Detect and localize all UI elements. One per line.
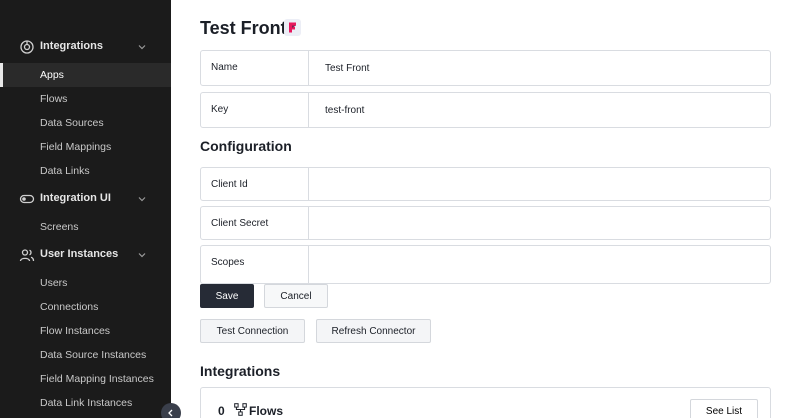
sidebar-item-label: Connections — [40, 301, 99, 313]
chevron-down-icon[interactable] — [135, 248, 149, 262]
main-content: Test Front Name Test Front Key test-fron… — [171, 0, 800, 418]
sidebar-group-label: Integration UI — [40, 192, 111, 204]
client-id-row: Client Id — [200, 167, 771, 201]
sidebar-item-flow-instances[interactable]: Flow Instances — [0, 319, 171, 343]
key-label: Key — [211, 104, 229, 115]
app-logo — [284, 19, 301, 36]
sidebar-item-data-source-instances[interactable]: Data Source Instances — [0, 343, 171, 367]
name-label: Name — [211, 62, 238, 73]
flows-card: 0 Flows See List — [200, 387, 771, 418]
sidebar-item-apps[interactable]: Apps — [0, 63, 171, 87]
flows-label: Flows — [249, 404, 284, 418]
sidebar-item-label: Flows — [40, 93, 68, 105]
sidebar-item-label: Flow Instances — [40, 325, 111, 337]
chevron-down-icon[interactable] — [135, 192, 149, 206]
sidebar-item-connections[interactable]: Connections — [0, 295, 171, 319]
sidebar-item-users[interactable]: Users — [0, 271, 171, 295]
client-id-label: Client Id — [211, 179, 248, 190]
sidebar-item-label: Field Mappings — [40, 141, 112, 153]
sidebar-item-data-links[interactable]: Data Links — [0, 159, 171, 183]
save-button[interactable]: Save — [200, 284, 254, 308]
name-value[interactable]: Test Front — [325, 63, 369, 74]
page-title: Test Front — [200, 18, 287, 38]
scopes-row: Scopes — [200, 245, 771, 284]
row-divider — [308, 207, 309, 239]
sidebar-group-label: User Instances — [40, 248, 119, 260]
cancel-button[interactable]: Cancel — [264, 284, 328, 308]
see-list-button[interactable]: See List — [690, 399, 758, 418]
key-row: Key test-front — [200, 92, 771, 128]
sidebar-item-label: Users — [40, 277, 68, 289]
sidebar-item-flows[interactable]: Flows — [0, 87, 171, 111]
sidebar-item-data-sources[interactable]: Data Sources — [0, 111, 171, 135]
toggle-icon — [19, 194, 35, 204]
sidebar: Integrations Apps Flows Data Sources Fie… — [0, 0, 171, 418]
row-divider — [308, 246, 309, 283]
flow-icon — [234, 403, 247, 416]
sidebar-item-label: Data Source Instances — [40, 349, 147, 361]
sidebar-item-label: Data Sources — [40, 117, 104, 129]
scopes-label: Scopes — [211, 257, 245, 268]
sidebar-item-label: Data Link Instances — [40, 397, 133, 409]
integrations-icon — [20, 40, 34, 54]
chevron-down-icon[interactable] — [135, 40, 149, 54]
key-value[interactable]: test-front — [325, 105, 364, 116]
sidebar-item-label: Apps — [40, 69, 64, 81]
flows-count: 0 — [218, 404, 225, 418]
sidebar-item-label: Data Links — [40, 165, 90, 177]
front-logo-icon — [289, 22, 296, 33]
name-row: Name Test Front — [200, 50, 771, 86]
sidebar-item-label: Screens — [40, 221, 79, 233]
sidebar-group-integrations[interactable]: Integrations — [0, 34, 171, 60]
sidebar-group-integration-ui[interactable]: Integration UI — [0, 186, 171, 212]
sidebar-item-field-mappings[interactable]: Field Mappings — [0, 135, 171, 159]
sidebar-group-label: Integrations — [40, 40, 103, 52]
sidebar-item-label: Field Mapping Instances — [40, 373, 154, 385]
sidebar-group-user-instances[interactable]: User Instances — [0, 242, 171, 268]
integrations-title: Integrations — [200, 363, 281, 379]
client-secret-row: Client Secret — [200, 206, 771, 240]
client-secret-label: Client Secret — [211, 218, 269, 229]
sidebar-item-screens[interactable]: Screens — [0, 215, 171, 239]
sidebar-item-field-mapping-instances[interactable]: Field Mapping Instances — [0, 367, 171, 391]
row-divider — [308, 168, 309, 200]
row-divider — [308, 51, 309, 85]
refresh-connector-button[interactable]: Refresh Connector — [316, 319, 431, 343]
users-icon — [19, 249, 35, 262]
row-divider — [308, 93, 309, 127]
sidebar-item-data-link-instances[interactable]: Data Link Instances — [0, 391, 171, 415]
configuration-title: Configuration — [200, 138, 292, 154]
test-connection-button[interactable]: Test Connection — [200, 319, 305, 343]
